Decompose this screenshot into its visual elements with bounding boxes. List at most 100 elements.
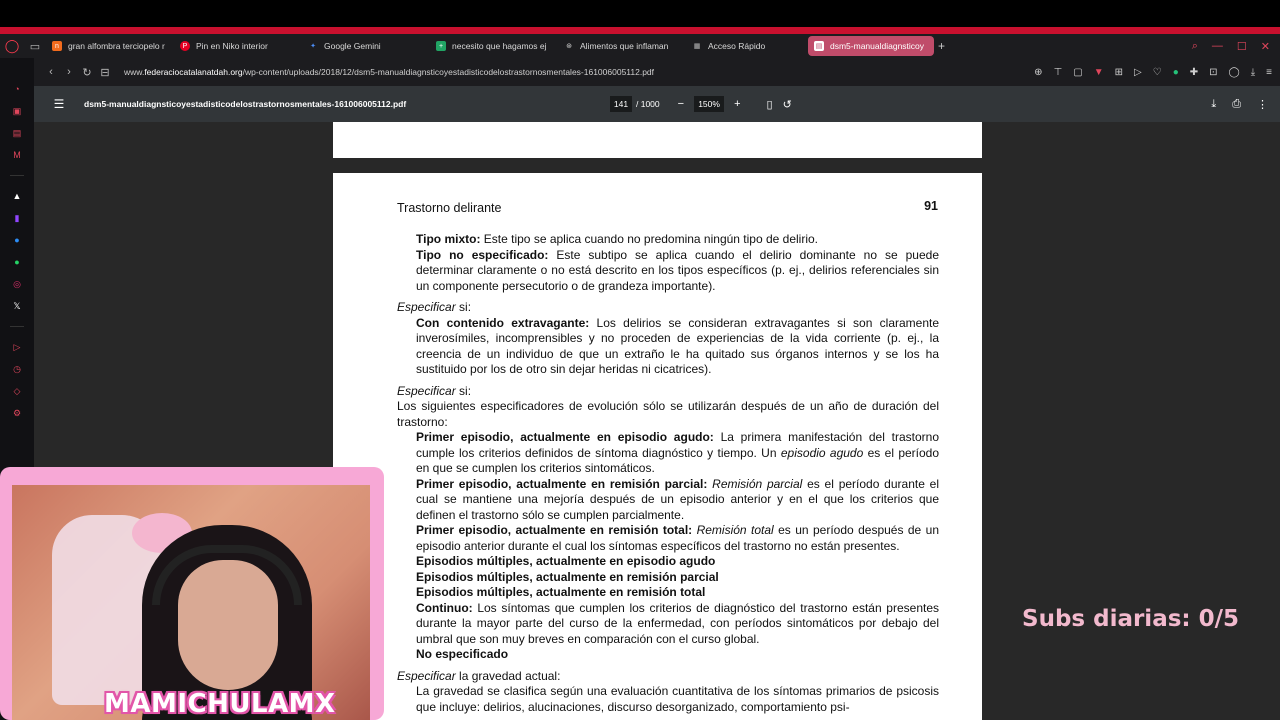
tab[interactable]: ⊛ Alimentos que inflaman [558, 36, 686, 56]
term: Tipo mixto: [416, 232, 481, 246]
pdf-filename: dsm5-manualdiagnsticoyestadisticodelostr… [84, 99, 407, 109]
address-bar: ‹ › ↻ ⊟ www.federaciocatalanatdah.org/wp… [34, 58, 1280, 86]
sheets-icon: + [436, 41, 446, 51]
opera-icon[interactable]: ◯ [0, 34, 24, 58]
messenger-icon[interactable]: ● [10, 234, 24, 246]
pin-icon[interactable]: ⊤ [1054, 67, 1063, 78]
tab[interactable]: P Pin en Niko interior [174, 36, 302, 56]
page-header: Trastorno delirante [397, 201, 502, 215]
tab[interactable]: + necesito que hagamos ej [430, 36, 558, 56]
wallet-icon[interactable]: ▤ [10, 127, 24, 139]
rotate-icon[interactable]: ↺ [783, 98, 792, 111]
bag-icon[interactable]: ▣ [10, 105, 24, 117]
paragraph: Especificar si: [397, 300, 939, 316]
account-icon[interactable]: ◯ [1229, 67, 1240, 78]
screen: ◯ ▭ n gran alfombra terciopelo r P Pin e… [0, 0, 1280, 720]
instagram-icon[interactable]: ◎ [10, 278, 24, 290]
page-number: 91 [924, 199, 938, 213]
emphasis: Remisión total [692, 523, 774, 537]
tab-label: necesito que hagamos ej [452, 41, 547, 51]
maximize-icon[interactable]: ☐ [1237, 40, 1247, 53]
pdf-page: Trastorno delirante 91 Tipo mixto: Este … [333, 173, 982, 720]
snapshot-icon[interactable]: ▢ [1073, 67, 1082, 78]
extension-icon[interactable]: ● [1173, 67, 1179, 78]
paragraph: Continuo: Los síntomas que cumplen los c… [397, 601, 939, 648]
tab[interactable]: n gran alfombra terciopelo r [46, 36, 174, 56]
text: si: [455, 300, 472, 314]
heart-icon[interactable]: ♡ [1153, 67, 1162, 78]
new-tab-icon[interactable]: + [938, 39, 945, 53]
zoom-icon[interactable]: ⊕ [1034, 67, 1042, 78]
chatgpt-icon: ⊛ [566, 43, 572, 50]
tab[interactable]: ✦ Google Gemini [302, 36, 430, 56]
grid-icon: ▦ [693, 43, 701, 50]
top-strip [0, 0, 1280, 34]
translate-icon[interactable]: ⊞ [1115, 67, 1123, 78]
tab-bar: ◯ ▭ n gran alfombra terciopelo r P Pin e… [0, 34, 1280, 58]
term: Episodios múltiples, actualmente en remi… [416, 569, 719, 584]
paragraph: Episodios múltiples, actualmente en remi… [397, 570, 939, 586]
minimize-icon[interactable]: — [1212, 40, 1223, 53]
easy-setup-icon[interactable]: ≡ [1266, 67, 1272, 78]
mail-icon[interactable]: M [10, 149, 24, 161]
page-number-input[interactable]: 141 [610, 96, 632, 112]
tab-list-icon[interactable]: ▭ [24, 40, 46, 53]
pocket-icon[interactable]: ▼ [1094, 67, 1104, 78]
extensions-icon[interactable]: ✚ [1190, 67, 1198, 78]
zoom-in-icon[interactable]: + [734, 98, 740, 110]
paragraph: Tipo no especificado: Este subtipo se ap… [397, 248, 939, 295]
term: Primer episodio, actualmente en remisión… [416, 523, 693, 537]
emphasis: Especificar [397, 383, 456, 398]
url-prefix: www. [124, 67, 145, 77]
x-icon[interactable]: 𝕏 [10, 300, 24, 312]
paragraph: Primer episodio, actualmente en remisión… [397, 477, 939, 524]
webcam-overlay: MAMICHULAMX [0, 467, 384, 720]
text: Este tipo se aplica cuando no predomina … [480, 232, 819, 246]
more-icon[interactable]: ⋮ [1257, 98, 1268, 111]
player-icon[interactable]: ▷ [10, 341, 24, 353]
previous-page [333, 122, 982, 158]
paragraph: Episodios múltiples, actualmente en epis… [397, 554, 939, 570]
tab-label: Google Gemini [324, 41, 381, 51]
download-icon[interactable]: ⤓ [1251, 67, 1255, 78]
site-info-icon[interactable]: ⊟ [96, 66, 114, 79]
wallet-icon[interactable]: ⊡ [1209, 67, 1217, 78]
pinboard-icon[interactable]: ◇ [10, 385, 24, 397]
back-icon[interactable]: ‹ [42, 66, 60, 78]
forward-icon[interactable]: › [60, 66, 78, 78]
tab[interactable]: ▦ Acceso Rápido [686, 36, 808, 56]
aria-icon[interactable]: ◔ [10, 83, 24, 95]
divider [10, 175, 24, 176]
history-icon[interactable]: ◷ [10, 363, 24, 375]
zoom-input[interactable]: 150% [694, 96, 725, 112]
term: Con contenido extravagante: [416, 315, 590, 330]
paragraph: Episodios múltiples, actualmente en remi… [397, 585, 939, 601]
page-total: / 1000 [636, 99, 660, 109]
reload-icon[interactable]: ↻ [78, 66, 96, 79]
paragraph: Especificar si: [397, 384, 939, 400]
print-icon[interactable]: ⎙ [1232, 98, 1241, 111]
whatsapp-icon[interactable]: ● [10, 256, 24, 268]
tab-label: Alimentos que inflaman [580, 41, 669, 51]
menu-icon[interactable]: ☰ [34, 97, 84, 111]
pdf-toolbar: ☰ dsm5-manualdiagnsticoyestadisticodelos… [34, 86, 1280, 122]
close-icon[interactable]: ✕ [1261, 40, 1270, 53]
fit-page-icon[interactable]: ▯ [767, 98, 773, 111]
url-field[interactable]: www.federaciocatalanatdah.org/wp-content… [124, 67, 654, 77]
download-icon[interactable]: ⤓ [1211, 98, 1216, 111]
paragraph: Tipo mixto: Este tipo se aplica cuando n… [397, 232, 939, 248]
tab-label: dsm5-manualdiagnsticoy [830, 41, 925, 51]
page-body: Tipo mixto: Este tipo se aplica cuando n… [397, 232, 939, 715]
term: No especificado [416, 647, 509, 661]
send-icon[interactable]: ▷ [1134, 67, 1142, 78]
settings-icon[interactable]: ⚙ [10, 407, 24, 419]
tab-active[interactable]: ▤ dsm5-manualdiagnsticoy [808, 36, 934, 56]
aria-ai-icon[interactable]: ▲ [10, 190, 24, 202]
search-icon[interactable]: ⌕ [1192, 40, 1198, 53]
zoom-out-icon[interactable]: − [678, 98, 684, 110]
webcam-feed [12, 485, 370, 720]
paragraph: Primer episodio, actualmente en remisión… [397, 523, 939, 554]
emphasis: Especificar [397, 668, 456, 683]
term: Continuo: [416, 600, 473, 615]
twitch-icon[interactable]: ▮ [10, 212, 24, 224]
